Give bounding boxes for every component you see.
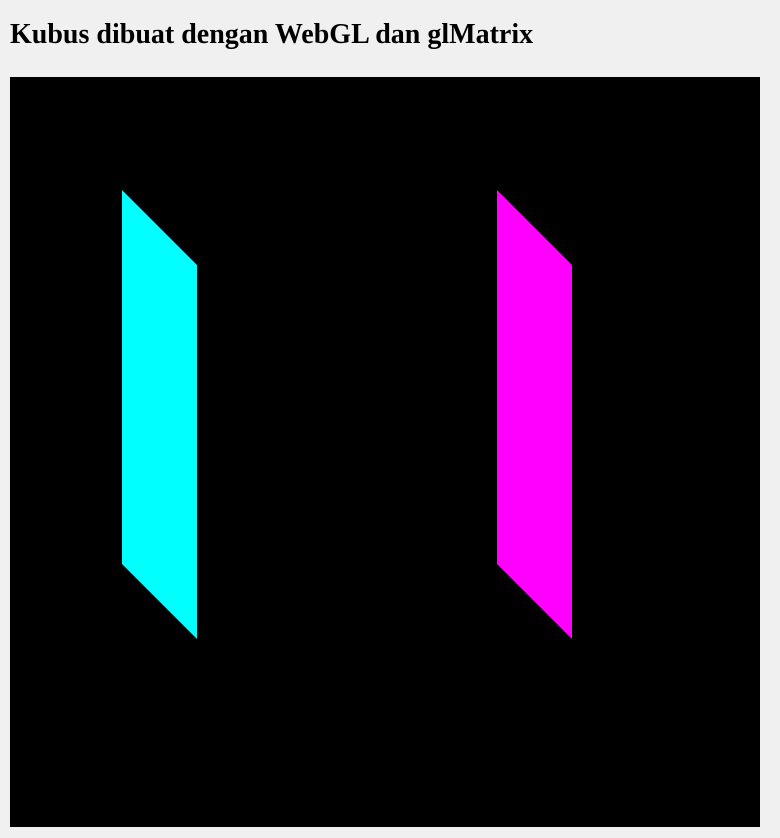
page-title: Kubus dibuat dengan WebGL dan glMatrix (10, 19, 534, 50)
webgl-canvas[interactable] (10, 77, 760, 827)
page: Kubus dibuat dengan WebGL dan glMatrix (0, 0, 780, 838)
cube-face-cyan (122, 190, 197, 639)
cube-face-magenta (497, 190, 572, 639)
cube-render (10, 77, 760, 827)
